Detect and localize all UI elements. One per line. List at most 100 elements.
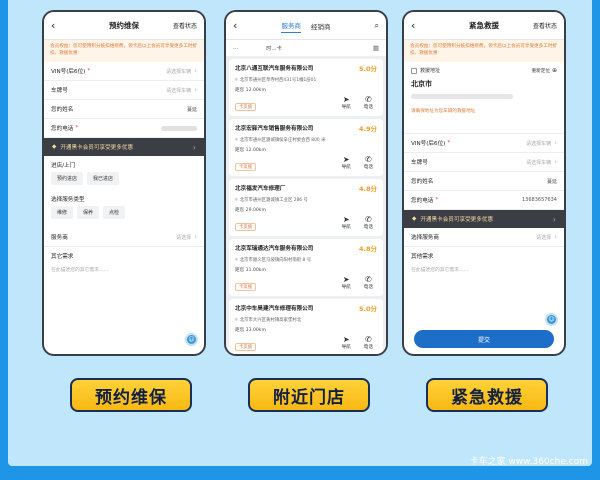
checkbox-icon[interactable] bbox=[411, 67, 417, 74]
location-pin-icon: ⌾ bbox=[235, 138, 238, 143]
call-button[interactable]: ✆ 电话 bbox=[364, 275, 373, 290]
store-score: 4.8分 bbox=[358, 185, 377, 193]
tab-dealer[interactable]: 经销商 bbox=[311, 19, 331, 33]
other-needs-input[interactable]: 在此描述您的其它需求…… bbox=[411, 263, 557, 283]
store-card[interactable]: 北京中车昊建汽车修理有限公司 5.0分 ⌾ 北京市大兴区黄村镇高家堡村北 距您 33.0… bbox=[229, 299, 383, 354]
tab-service-provider[interactable]: 服务商 bbox=[281, 18, 301, 33]
search-icon[interactable]: ⌕ bbox=[375, 21, 379, 31]
location-pin-icon: ⌾ bbox=[235, 318, 238, 323]
store-list: 北京八通互联汽车服务有限公司 5.0分 ⌾ 北京市通州区草寺村西431号1幢1层01 距… bbox=[226, 56, 386, 354]
store-name: 北京八通互联汽车服务有限公司 bbox=[235, 66, 314, 72]
back-arrow-icon[interactable]: ‹ bbox=[51, 20, 55, 31]
store-tag: 卡友援 bbox=[235, 343, 257, 351]
store-tabs: 服务商 经销商 bbox=[237, 18, 374, 33]
navigate-button[interactable]: ➤ 导航 bbox=[342, 275, 351, 290]
vip-icon: ◆ bbox=[52, 144, 57, 150]
caption-maintenance-booking: 预约维保 bbox=[70, 378, 192, 412]
store-card[interactable]: 北京八通互联汽车服务有限公司 5.0分 ⌾ 北京市通州区草寺村西431号1幢1层01 距… bbox=[229, 59, 383, 116]
navigate-button[interactable]: ➤ 导航 bbox=[342, 95, 351, 110]
phone-label: 您的电话 bbox=[411, 198, 434, 204]
address-blurred bbox=[411, 94, 514, 99]
view-status-button[interactable]: 查看状态 bbox=[173, 21, 197, 30]
relocate-button[interactable]: 重新定位 bbox=[532, 68, 550, 74]
store-name: 北京福发汽车修理厂 bbox=[235, 186, 286, 192]
store-distance: 距您 29.00km bbox=[235, 208, 266, 213]
back-arrow-icon[interactable]: ‹ bbox=[411, 20, 415, 31]
member-notice: 会员权益：您可使用积分抵扣维修费，领卡后以上会员可享受更多工时折扣、救援优惠 bbox=[404, 40, 564, 62]
rescue-location: 救援地址 重新定位 ⊕ 北京市 请确保地址为您车辆的救援地址 bbox=[404, 62, 564, 134]
navigate-arrow-icon: ➤ bbox=[342, 155, 350, 164]
phone-icon: ✆ bbox=[365, 155, 372, 164]
vin-field[interactable]: VIN号(后6位) * 请选择车辆 › bbox=[44, 62, 204, 81]
service-chip[interactable]: 点检 bbox=[103, 206, 126, 219]
mode-chip[interactable]: 我已进店 bbox=[87, 172, 120, 185]
top-bar: ‹ 预约维保 查看状态 bbox=[44, 12, 204, 40]
filter-region[interactable]: … bbox=[233, 45, 238, 51]
navigate-button[interactable]: ➤ 导航 bbox=[342, 335, 351, 350]
store-actions: ➤ 导航 ✆ 电话 bbox=[342, 215, 373, 230]
plate-field[interactable]: 车牌号 请选择车辆 › bbox=[44, 81, 204, 100]
location-label: 救援地址 bbox=[420, 68, 441, 74]
call-label: 电话 bbox=[363, 345, 373, 350]
vin-field[interactable]: VIN号(后6位) * 请选择车辆 › bbox=[404, 134, 564, 153]
vin-label: VIN号(后6位) bbox=[51, 69, 86, 75]
call-button[interactable]: ✆ 电话 bbox=[364, 95, 373, 110]
navigate-arrow-icon: ➤ bbox=[342, 335, 350, 344]
store-name: 北京宏驿汽车销售服务有限公司 bbox=[235, 126, 314, 132]
top-bar: ‹ 紧急救援 查看状态 bbox=[404, 12, 564, 40]
store-address: ⌾ 北京市大兴区黄村镇高家堡村北 bbox=[235, 317, 377, 323]
navigate-button[interactable]: ➤ 导航 bbox=[342, 215, 351, 230]
navigate-button[interactable]: ➤ 导航 bbox=[342, 155, 351, 170]
other-needs-label: 其它需求 bbox=[51, 254, 74, 260]
submit-button[interactable]: 提交 bbox=[414, 330, 554, 348]
phone-field[interactable]: 您的电话 * bbox=[44, 119, 204, 138]
mode-chip[interactable]: 预约进店 bbox=[51, 172, 84, 185]
store-address-text: 北京市通州区潞城镇侯辛庄村委会西 800 米 bbox=[239, 138, 326, 143]
mode-options: 预约进店 我已进店 bbox=[44, 172, 204, 190]
vip-banner[interactable]: ◆ 开通黑卡会员可享受更多优惠 › bbox=[44, 138, 204, 156]
call-button[interactable]: ✆ 电话 bbox=[364, 335, 373, 350]
calendar-icon[interactable]: ▦ bbox=[373, 44, 379, 52]
plate-field[interactable]: 车牌号 请选择车辆 › bbox=[404, 153, 564, 172]
store-card[interactable]: 北京军瑞通达汽车服务有限公司 4.8分 ⌾ 北京市顺义区马坡镇向阳村南街 8 号距您 … bbox=[229, 239, 383, 296]
chevron-right-icon: › bbox=[194, 86, 197, 94]
phone-field[interactable]: 您的电话 * 13683657634 bbox=[404, 191, 564, 210]
required-mark: * bbox=[87, 68, 91, 74]
store-actions: ➤ 导航 ✆ 电话 bbox=[342, 335, 373, 350]
merchant-field[interactable]: 服务商 请选择 › bbox=[44, 228, 204, 247]
customer-service-icon[interactable]: ☺ bbox=[185, 333, 198, 346]
merchant-label: 选择服务商 bbox=[411, 235, 439, 241]
store-address: ⌾ 北京市通州区潞城镇侯辛庄村委会西 800 米 bbox=[235, 137, 377, 143]
phone-emergency-rescue: ‹ 紧急救援 查看状态 会员权益：您可使用积分抵扣维修费，领卡后以上会员可享受更… bbox=[402, 10, 566, 356]
merchant-field[interactable]: 选择服务商 请选择 › bbox=[404, 228, 564, 247]
store-card[interactable]: 北京福发汽车修理厂 4.8分 ⌾ 北京市通州区潞城镇工业区 286 号距您 29.00… bbox=[229, 179, 383, 236]
vip-banner[interactable]: ◆ 开通黑卡会员可享受更多优惠 › bbox=[404, 210, 564, 228]
watermark: 卡车之家 www.360che.com bbox=[469, 457, 588, 467]
store-distance: 距您 31.00km bbox=[235, 268, 266, 273]
other-needs-input[interactable]: 在此描述您的其它需求…… bbox=[51, 263, 197, 313]
service-chip[interactable]: 维修 bbox=[51, 206, 74, 219]
call-button[interactable]: ✆ 电话 bbox=[364, 215, 373, 230]
name-field[interactable]: 您的姓名 蔓延 bbox=[44, 100, 204, 119]
store-actions: ➤ 导航 ✆ 电话 bbox=[342, 275, 373, 290]
service-chip[interactable]: 保养 bbox=[77, 206, 100, 219]
member-notice: 会员权益：您可使用积分抵扣维修费，领卡后以上会员可享受更多工时折扣、救援优惠 bbox=[44, 40, 204, 62]
call-label: 电话 bbox=[363, 225, 373, 230]
call-label: 电话 bbox=[363, 105, 373, 110]
store-tag: 卡友援 bbox=[235, 283, 257, 291]
store-actions: ➤ 导航 ✆ 电话 bbox=[342, 95, 373, 110]
call-button[interactable]: ✆ 电话 bbox=[364, 155, 373, 170]
store-card[interactable]: 北京宏驿汽车销售服务有限公司 4.9分 ⌾ 北京市通州区潞城镇侯辛庄村委会西 800 … bbox=[229, 119, 383, 176]
merchant-value: 请选择 bbox=[176, 234, 192, 241]
chevron-right-icon: › bbox=[194, 233, 197, 241]
filter-sort[interactable]: 时…卡 bbox=[266, 45, 282, 52]
locate-icon[interactable]: ⊕ bbox=[552, 67, 557, 74]
vin-label: VIN号(后6位) bbox=[411, 141, 446, 147]
vin-value: 请选择车辆 bbox=[166, 68, 192, 75]
view-status-button[interactable]: 查看状态 bbox=[533, 21, 557, 30]
name-field[interactable]: 您的姓名 蔓延 bbox=[404, 172, 564, 191]
service-options: 维修 保养 点检 bbox=[44, 206, 204, 224]
top-bar: ‹ 服务商 经销商 ⌕ bbox=[226, 12, 386, 40]
customer-service-icon[interactable]: ☺ bbox=[545, 313, 558, 326]
store-actions: ➤ 导航 ✆ 电话 bbox=[342, 155, 373, 170]
